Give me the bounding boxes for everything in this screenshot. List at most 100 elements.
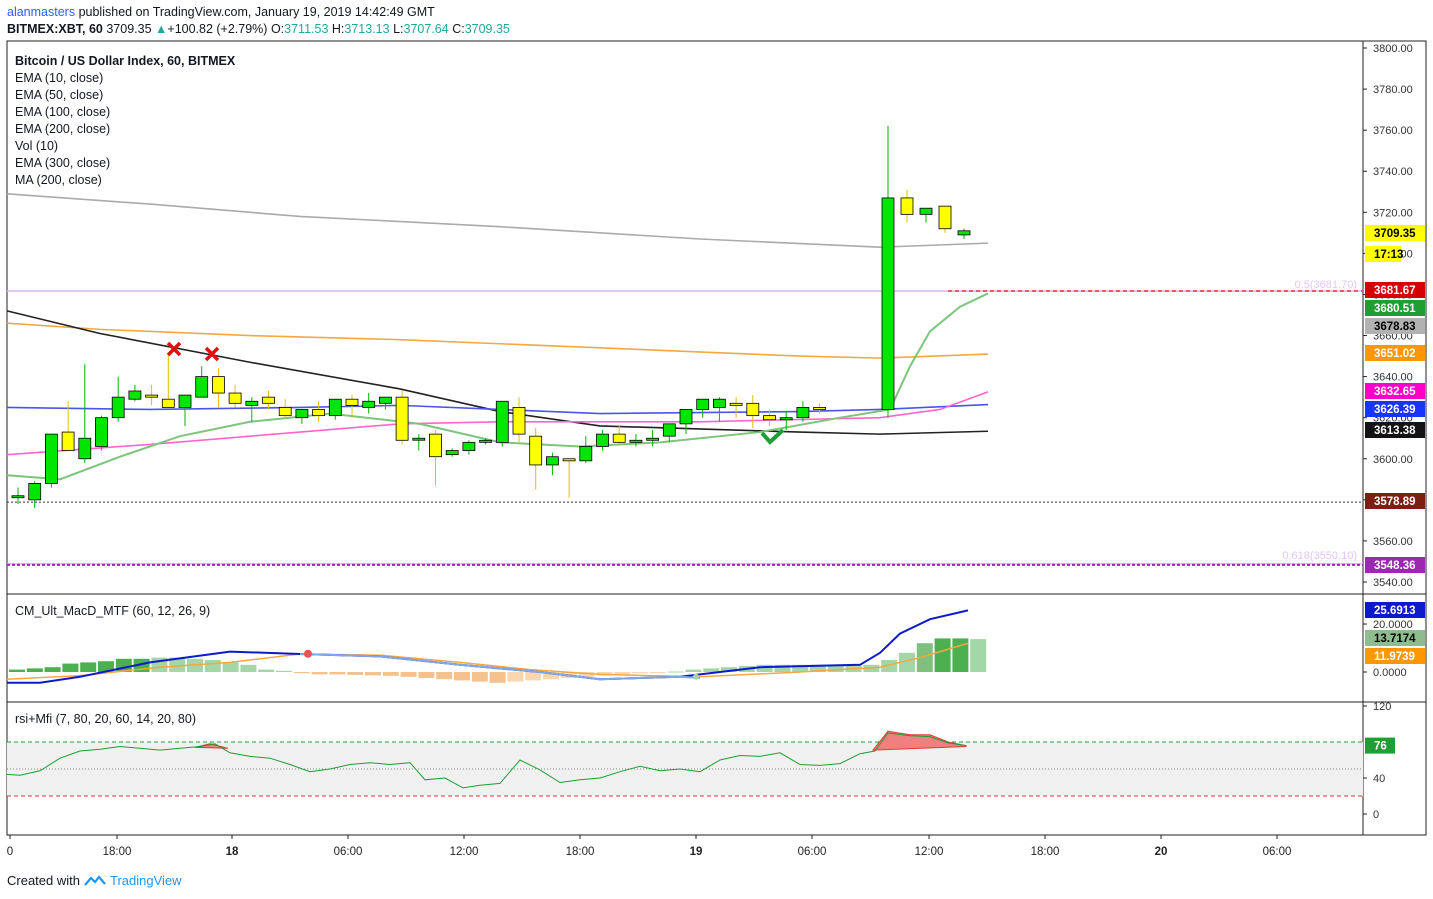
candle (278, 399, 292, 418)
candle-body (662, 423, 676, 437)
candle (562, 458, 576, 498)
price-tick-label: 3640.00 (1373, 372, 1413, 384)
candle (328, 398, 342, 420)
price-tick-label: 3800.00 (1373, 43, 1413, 55)
price-change: +100.82 (+2.79%) (167, 22, 268, 36)
candle-body (295, 409, 309, 419)
candle-body (395, 396, 409, 441)
candle-body (938, 205, 952, 230)
candle (111, 376, 125, 422)
candle-body (612, 433, 626, 443)
candle-body (278, 407, 292, 417)
candle-body (646, 437, 659, 441)
candle-body (228, 392, 242, 404)
indicator-legend: Bitcoin / US Dollar Index, 60, BITMEX EM… (15, 53, 235, 189)
ema200-line (6, 322, 989, 359)
macd-price-tag-label: 11.9739 (1374, 651, 1415, 663)
candle (495, 400, 509, 447)
price-tag-label: 3548.36 (1374, 560, 1416, 572)
open-label: O: (270, 22, 285, 36)
macd-histogram-bar (382, 672, 399, 676)
price-tick-label: 3740.00 (1373, 166, 1413, 178)
macd-histogram-bar (311, 672, 328, 675)
candle-body (512, 407, 526, 435)
macd-histogram-bar (756, 664, 773, 672)
price-tag-label: 3680.51 (1374, 303, 1416, 315)
candle (78, 364, 92, 463)
candle (395, 390, 409, 445)
candle-body (479, 439, 493, 443)
macd-tick-label: 0.0000 (1373, 667, 1407, 679)
candle-body (579, 446, 593, 462)
legend-item[interactable]: EMA (100, close) (15, 104, 235, 121)
candle-body (546, 456, 559, 466)
candle-body (111, 396, 125, 419)
price-tag: 3626.39 (1365, 401, 1425, 417)
publish-info: published on TradingView.com, January 19… (78, 5, 435, 19)
candle-body (779, 417, 793, 421)
macd-histogram-bar (632, 672, 648, 674)
candle (746, 395, 760, 428)
candle (178, 394, 192, 426)
legend-item[interactable]: MA (200, close) (15, 172, 235, 189)
candle (228, 384, 242, 408)
candle-body (729, 402, 743, 406)
candle (579, 436, 593, 463)
price-tag-label: 3651.02 (1374, 348, 1416, 360)
macd-histogram-bar (293, 672, 310, 674)
time-tick-label: 12:00 (915, 846, 944, 858)
candle-body (128, 390, 142, 400)
macd-histogram-bar (80, 662, 97, 672)
macd-histogram-bar (507, 672, 524, 682)
fib-label: 0.5(3681.70) (1295, 279, 1357, 291)
open-value: 3711.53 (284, 22, 329, 36)
candle-body (562, 458, 576, 462)
candle-body (813, 407, 826, 410)
macd-histogram-bar (258, 669, 275, 672)
candle (45, 433, 58, 488)
macd-histogram-bar (329, 672, 346, 675)
legend-item[interactable]: EMA (300, close) (15, 155, 235, 172)
macd-histogram-bar (418, 672, 435, 678)
footer: Created with TradingView (7, 873, 182, 888)
price-tag: 3681.67 (1365, 282, 1425, 298)
candle-body (462, 441, 476, 451)
candle (596, 430, 609, 451)
candle-body (312, 409, 326, 417)
candle (713, 397, 726, 422)
macd-price-tag-label: 13.7174 (1374, 633, 1416, 645)
candle (362, 393, 376, 414)
macd-histogram-bar (9, 669, 25, 672)
macd-histogram-bar (649, 672, 666, 673)
candle (262, 390, 275, 410)
tradingview-link[interactable]: TradingView (110, 873, 182, 888)
legend-item[interactable]: Vol (10) (15, 138, 235, 155)
legend-item[interactable]: EMA (200, close) (15, 121, 235, 138)
macd-price-tag-label: 25.6913 (1374, 605, 1416, 617)
legend-item[interactable]: EMA (10, close) (15, 70, 235, 87)
price-tag-label: 3709.35 (1374, 228, 1416, 240)
macd-cross-dot (693, 673, 699, 680)
price-tick-label: 3540.00 (1373, 577, 1413, 589)
time-tick-label: 06:00 (334, 846, 363, 858)
macd-cross-dot (304, 649, 312, 658)
macd-price-tag: 13.7174 (1365, 630, 1425, 646)
high-label: H: (331, 22, 345, 36)
candle (429, 430, 442, 486)
candle (546, 452, 559, 476)
candle-body (429, 433, 442, 458)
price-tag: 3632.65 (1365, 383, 1425, 399)
candle (28, 481, 42, 509)
candle-body (629, 439, 643, 443)
price-tag-label: 17:13 (1374, 249, 1403, 261)
candle-body (796, 407, 810, 419)
legend-title: Bitcoin / US Dollar Index, 60, BITMEX (15, 54, 236, 68)
macd-label[interactable]: CM_Ult_MacD_MTF (60, 12, 26, 9) (15, 604, 210, 618)
rsi-label[interactable]: rsi+Mfi (7, 80, 20, 60, 14, 20, 80) (15, 712, 196, 726)
time-tick-label: 12:00 (450, 846, 479, 858)
publish-header: alanmasters published on TradingView.com… (7, 5, 435, 19)
author-link[interactable]: alanmasters (7, 5, 75, 19)
macd-histogram-bar (471, 672, 488, 682)
price-tick-label: 3780.00 (1373, 84, 1413, 96)
legend-item[interactable]: EMA (50, close) (15, 87, 235, 104)
